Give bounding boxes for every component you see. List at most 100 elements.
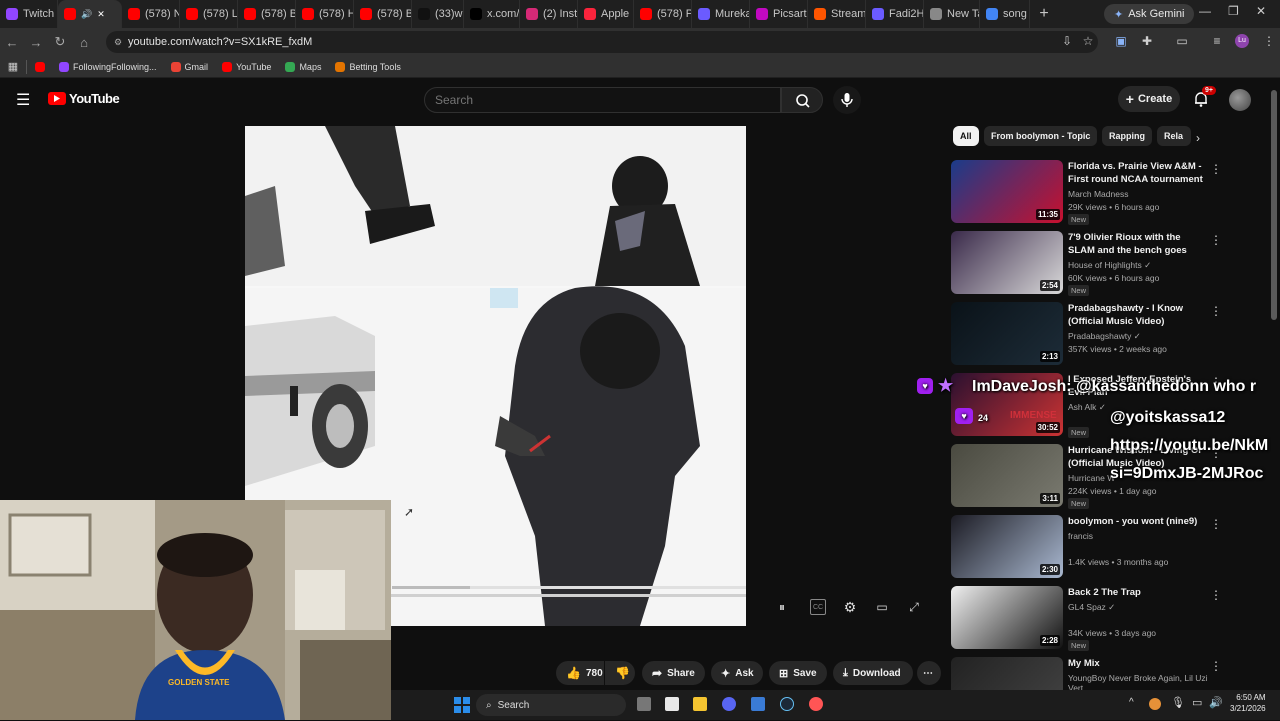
file-explorer-icon[interactable] [693,697,707,711]
browser-tab[interactable]: (578) H [296,0,354,28]
fullscreen-icon[interactable]: ⤢ [906,599,922,615]
page-scrollbar[interactable] [1271,90,1277,320]
browser-tab[interactable]: New Ta [924,0,980,28]
progress-bar[interactable] [392,586,746,589]
recommendation-menu-icon[interactable]: ⋮ [1210,517,1222,531]
mic-tray-icon[interactable]: 🎙 [1171,696,1185,709]
new-tab-icon[interactable]: + [1030,5,1058,23]
recommendation-channel[interactable]: Hurricane W [1068,473,1115,483]
chip-all[interactable]: All [953,126,979,146]
recommendation-title[interactable]: 7'9 Olivier Rioux with the SLAM and the … [1068,231,1206,258]
sidepanel-icon[interactable]: ▭ [1175,34,1189,48]
like-button[interactable]: 👍 780 [556,661,604,685]
browser-tab[interactable]: (578) Li [180,0,238,28]
obs-icon[interactable] [809,697,823,711]
tray-icon[interactable] [1149,698,1161,710]
recommendation-menu-icon[interactable]: ⋮ [1210,162,1222,176]
recommendation-channel[interactable]: Pradabagshawty ✓ [1068,331,1141,342]
recommendation-channel[interactable]: GL4 Spaz ✓ [1068,602,1115,613]
share-button[interactable]: ➦ Share [642,661,705,685]
recommendation-channel[interactable]: francis [1068,531,1093,541]
browser-tab[interactable]: 🔊 ✕ [58,0,122,28]
close-window-icon[interactable]: ✕ [1256,4,1266,18]
recommendation-item[interactable]: 11:35 Florida vs. Prairie View A&M - Firs… [951,160,1222,225]
volume-icon[interactable]: 🔊 [1209,696,1223,709]
browser-tab[interactable]: Fadi2H [866,0,924,28]
ask-button[interactable]: ✦ Ask [711,661,763,685]
recommendation-thumbnail[interactable]: 2:54 [951,231,1063,294]
store-icon[interactable] [665,697,679,711]
recommendation-title[interactable]: Pradabagshawty - I Know (Official Music … [1068,302,1206,328]
browser-tab[interactable]: (2) Inst [520,0,578,28]
account-avatar[interactable] [1229,89,1251,111]
save-button[interactable]: ⊞ Save [769,661,827,685]
browser-tab[interactable]: Twitch [0,0,58,28]
install-icon[interactable]: ⇩ [1060,34,1074,48]
recommendation-menu-icon[interactable]: ⋮ [1210,233,1222,247]
browser-tab[interactable]: (578) N [122,0,180,28]
create-button[interactable]: + Create [1118,86,1180,112]
voice-search-button[interactable] [833,86,861,114]
tray-chevron-icon[interactable]: ^ [1129,697,1134,708]
recommendation-thumbnail[interactable]: 11:35 [951,160,1063,223]
hamburger-menu-icon[interactable]: ☰ [16,90,30,110]
browser-tab[interactable]: (578) P [634,0,692,28]
steam-icon[interactable] [780,697,794,711]
minimize-icon[interactable]: — [1199,4,1211,18]
youtube-logo[interactable]: YouTube [48,91,120,106]
windows-start-icon[interactable] [454,697,470,713]
chip-rapping[interactable]: Rapping [1102,126,1152,146]
recommendation-item[interactable]: 2:28 Back 2 The Trap GL4 Spaz ✓ 34K views •… [951,586,1222,651]
discord-icon[interactable] [722,697,736,711]
recommendation-thumbnail[interactable]: 2:13 [951,302,1063,365]
chip-from-topic[interactable]: From boolymon - Topic [984,126,1098,146]
notifications-button[interactable]: 9+ [1192,86,1216,110]
url-field[interactable]: ⚙ youtube.com/watch?v=SX1kRE_fxdM [106,31,1098,53]
recommendation-thumbnail[interactable]: 3:11 [951,444,1063,507]
tab-search-icon[interactable]: ≡ [1210,34,1224,48]
browser-tab[interactable]: Stream [808,0,866,28]
bookmark-item[interactable]: Maps [285,61,321,72]
bookmark-item[interactable]: YouTube [222,61,271,72]
recommendation-title[interactable]: My Mix [1068,657,1206,670]
browser-tab[interactable]: song - [980,0,1030,28]
recommendation-channel[interactable]: March Madness [1068,189,1128,199]
site-info-icon[interactable]: ⚙ [114,37,122,48]
recommendation-menu-icon[interactable]: ⋮ [1210,659,1222,673]
network-icon[interactable]: ▭ [1192,696,1202,709]
recommendation-title[interactable]: Florida vs. Prairie View A&M - First rou… [1068,160,1206,187]
recommendation-thumbnail[interactable]: 2:30 [951,515,1063,578]
chips-next-icon[interactable]: › [1196,131,1200,145]
bookmark-star-icon[interactable]: ☆ [1081,34,1095,48]
bookmark-item[interactable]: Gmail [170,61,208,72]
download-button[interactable]: ⤓ Download [833,661,913,685]
recommendation-thumbnail[interactable]: 2:28 [951,586,1063,649]
task-view-icon[interactable] [637,697,651,711]
taskbar-clock[interactable]: 6:50 AM 3/21/2026 [1230,692,1266,714]
recommendation-menu-icon[interactable]: ⋮ [1210,588,1222,602]
chip-related[interactable]: Rela [1157,126,1191,146]
captions-icon[interactable]: CC [810,599,826,615]
recommendation-title[interactable]: boolymon - you wont (nine9) [1068,515,1206,528]
recommendation-menu-icon[interactable]: ⋮ [1210,304,1222,318]
app-icon[interactable] [751,697,765,711]
bookmark-item[interactable]: FollowingFollowing... [59,61,157,72]
home-icon[interactable]: ⌂ [72,35,96,50]
pause-icon[interactable]: ⏸ [774,599,790,615]
recommendation-item[interactable]: 2:13 Pradabagshawty - I Know (Official Mu… [951,302,1222,366]
tab-audio-icon[interactable]: 🔊 [81,9,92,20]
browser-tab[interactable]: x.com/i [464,0,520,28]
browser-tab[interactable]: Mureka [692,0,750,28]
browser-tab[interactable]: (33)wh [412,0,464,28]
chrome-menu-icon[interactable]: ⋮ [1262,34,1276,48]
extensions-puzzle-icon[interactable]: ✚ [1140,34,1154,48]
more-actions-button[interactable]: ⋯ [917,661,941,685]
browser-tab[interactable]: (578) B [354,0,412,28]
recommendation-item[interactable]: 2:54 7'9 Olivier Rioux with the SLAM and … [951,231,1222,296]
profile-avatar[interactable]: Lu [1235,34,1249,48]
reload-icon[interactable]: ↻ [48,34,72,50]
settings-gear-icon[interactable]: ⚙ [842,599,858,615]
forward-icon[interactable]: → [24,35,48,50]
dislike-button[interactable]: 👎 [605,661,635,685]
ask-gemini-button[interactable]: ✦ Ask Gemini [1104,4,1195,24]
